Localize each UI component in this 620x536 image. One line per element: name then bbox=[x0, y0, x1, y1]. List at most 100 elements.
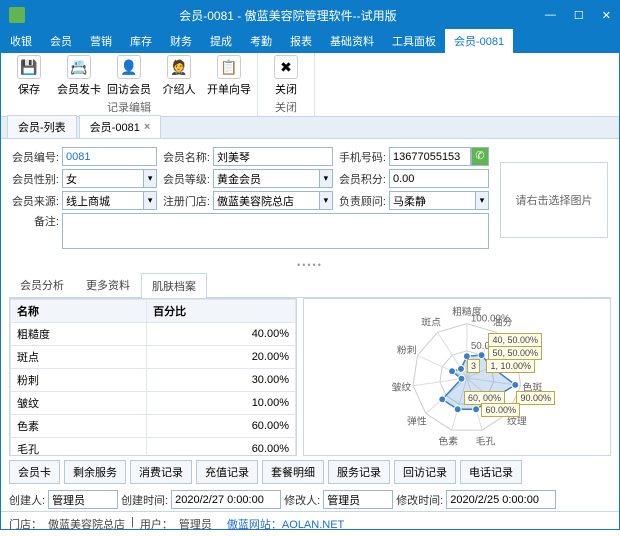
created-input[interactable] bbox=[171, 490, 281, 509]
subtab-0[interactable]: 会员分析 bbox=[9, 272, 75, 297]
skin-table: 名称百分比粗糙度40.00%斑点20.00%粉刺30.00%皱纹10.00%色素… bbox=[9, 298, 297, 456]
member-no-input[interactable] bbox=[62, 147, 157, 166]
modifier-label: 修改人: bbox=[284, 492, 320, 508]
doc-tab-0[interactable]: 会员-列表 bbox=[7, 115, 77, 138]
member-name-label: 会员名称: bbox=[160, 149, 210, 165]
chart-tooltip: 3 bbox=[467, 359, 480, 373]
menu-3[interactable]: 库存 bbox=[121, 29, 161, 53]
subtabs: 会员分析更多资料肌肤档案 bbox=[9, 272, 611, 298]
doc-tab-1[interactable]: 会员-0081× bbox=[79, 115, 162, 138]
creator-label: 创建人: bbox=[9, 492, 45, 508]
table-row[interactable]: 粉刺30.00% bbox=[11, 369, 296, 392]
bottom-btn-3[interactable]: 充值记录 bbox=[196, 460, 258, 484]
reg-store-label: 注册门店: bbox=[160, 193, 210, 209]
level-input[interactable] bbox=[213, 169, 319, 188]
minimize-icon[interactable]: ― bbox=[545, 9, 556, 22]
bottom-btn-6[interactable]: 回访记录 bbox=[394, 460, 456, 484]
close-button-icon: ✖ bbox=[274, 55, 298, 79]
menu-9[interactable]: 工具面板 bbox=[383, 29, 445, 53]
remark-label: 备注: bbox=[9, 213, 59, 229]
chevron-down-icon[interactable]: ▾ bbox=[143, 169, 157, 188]
advisor-label: 负责顾问: bbox=[336, 193, 386, 209]
advisor-input[interactable] bbox=[389, 191, 475, 210]
menu-4[interactable]: 财务 bbox=[161, 29, 201, 53]
menu-7[interactable]: 报表 bbox=[281, 29, 321, 53]
tab-close-icon[interactable]: × bbox=[144, 121, 150, 133]
ribbon: 💾保存📇会员发卡👤回访会员🤵介绍人📋开单向导记录编辑✖关闭关闭 bbox=[1, 53, 619, 117]
save-button[interactable]: 💾保存 bbox=[7, 55, 51, 97]
close-icon[interactable]: ✕ bbox=[602, 9, 611, 22]
svg-text:色素: 色素 bbox=[438, 434, 458, 447]
bottom-btn-4[interactable]: 套餐明细 bbox=[262, 460, 324, 484]
gender-input[interactable] bbox=[62, 169, 143, 188]
menu-5[interactable]: 提成 bbox=[201, 29, 241, 53]
member-form: 会员编号: 会员名称: 手机号码: ✆ 请右击选择图片 会员性别: ▾ 会员等级… bbox=[1, 139, 619, 260]
order-wizard-button[interactable]: 📋开单向导 bbox=[207, 55, 251, 97]
mobile-input[interactable] bbox=[389, 147, 471, 166]
bottom-btn-2[interactable]: 消费记录 bbox=[130, 460, 192, 484]
menu-0[interactable]: 收银 bbox=[1, 29, 41, 53]
mobile-label: 手机号码: bbox=[336, 149, 386, 165]
menu-10[interactable]: 会员-0081 bbox=[445, 29, 513, 53]
modifier-input[interactable] bbox=[323, 490, 393, 509]
photo-placeholder[interactable]: 请右击选择图片 bbox=[500, 162, 608, 238]
modified-input[interactable] bbox=[446, 490, 556, 509]
member-no-label: 会员编号: bbox=[9, 149, 59, 165]
maximize-icon[interactable]: ☐ bbox=[574, 9, 584, 22]
menu-2[interactable]: 营销 bbox=[81, 29, 121, 53]
order-wizard-button-icon: 📋 bbox=[217, 55, 241, 79]
points-label: 会员积分: bbox=[336, 171, 386, 187]
referrer-button[interactable]: 🤵介绍人 bbox=[157, 55, 201, 97]
table-row[interactable]: 毛孔60.00% bbox=[11, 438, 296, 457]
svg-text:毛孔: 毛孔 bbox=[476, 435, 496, 447]
close-button[interactable]: ✖关闭 bbox=[264, 55, 308, 97]
points-input[interactable] bbox=[389, 169, 489, 188]
issue-card-button[interactable]: 📇会员发卡 bbox=[57, 55, 101, 97]
document-tabs: 会员-列表会员-0081× bbox=[1, 117, 619, 139]
reg-store-input[interactable] bbox=[213, 191, 319, 210]
source-input[interactable] bbox=[62, 191, 143, 210]
creator-input[interactable] bbox=[48, 490, 118, 509]
separator: ••••• bbox=[1, 260, 619, 270]
phone-icon[interactable]: ✆ bbox=[471, 147, 489, 166]
chevron-down-icon[interactable]: ▾ bbox=[475, 191, 489, 210]
revisit-button[interactable]: 👤回访会员 bbox=[107, 55, 151, 97]
table-row[interactable]: 斑点20.00% bbox=[11, 346, 296, 369]
subtab-1[interactable]: 更多资料 bbox=[75, 272, 141, 297]
member-name-input[interactable] bbox=[213, 147, 333, 166]
table-row[interactable]: 皱纹10.00% bbox=[11, 392, 296, 415]
modified-label: 修改时间: bbox=[396, 492, 443, 508]
bottom-btn-0[interactable]: 会员卡 bbox=[9, 460, 60, 484]
bottom-buttons: 会员卡剩余服务消费记录充值记录套餐明细服务记录回访记录电话记录 bbox=[1, 456, 619, 488]
menu-8[interactable]: 基础资料 bbox=[321, 29, 383, 53]
issue-card-button-icon: 📇 bbox=[67, 55, 91, 79]
created-label: 创建时间: bbox=[121, 492, 168, 508]
chevron-down-icon[interactable]: ▾ bbox=[143, 191, 157, 210]
svg-text:弹性: 弹性 bbox=[407, 414, 427, 427]
bottom-btn-7[interactable]: 电话记录 bbox=[460, 460, 522, 484]
menu-6[interactable]: 考勤 bbox=[241, 29, 281, 53]
bottom-btn-1[interactable]: 剩余服务 bbox=[64, 460, 126, 484]
svg-text:皱纹: 皱纹 bbox=[392, 380, 412, 393]
gender-label: 会员性别: bbox=[9, 171, 59, 187]
radar-chart: 粗糙度油分水分色斑纹理毛孔色素弹性皱纹粉刺斑点50.00%100.00% 40,… bbox=[303, 298, 611, 456]
chevron-down-icon[interactable]: ▾ bbox=[319, 191, 333, 210]
menu-1[interactable]: 会员 bbox=[41, 29, 81, 53]
statusbar: 门店： 傲蓝美容院总店 | 用户： 管理员 傲蓝网站：AOLAN.NET bbox=[1, 511, 619, 536]
col-header[interactable]: 名称 bbox=[11, 300, 147, 323]
titlebar: 会员-0081 - 傲蓝美容院管理软件--试用版 ― ☐ ✕ bbox=[1, 1, 619, 29]
chart-tooltip: 50, 50.00% bbox=[488, 346, 542, 360]
bottom-btn-5[interactable]: 服务记录 bbox=[328, 460, 390, 484]
chevron-down-icon[interactable]: ▾ bbox=[319, 169, 333, 188]
col-header[interactable]: 百分比 bbox=[147, 300, 296, 323]
remark-input[interactable] bbox=[62, 213, 489, 249]
svg-text:粉刺: 粉刺 bbox=[397, 343, 417, 356]
svg-text:斑点: 斑点 bbox=[421, 315, 441, 328]
table-row[interactable]: 粗糙度40.00% bbox=[11, 323, 296, 346]
chart-tooltip: 1, 10.00% bbox=[486, 359, 535, 373]
app-icon bbox=[9, 7, 25, 23]
chart-tooltip: 60.00% bbox=[481, 403, 520, 417]
table-row[interactable]: 色素60.00% bbox=[11, 415, 296, 438]
chart-tooltip: 40, 50.00% bbox=[488, 333, 542, 347]
subtab-2[interactable]: 肌肤档案 bbox=[141, 273, 207, 298]
